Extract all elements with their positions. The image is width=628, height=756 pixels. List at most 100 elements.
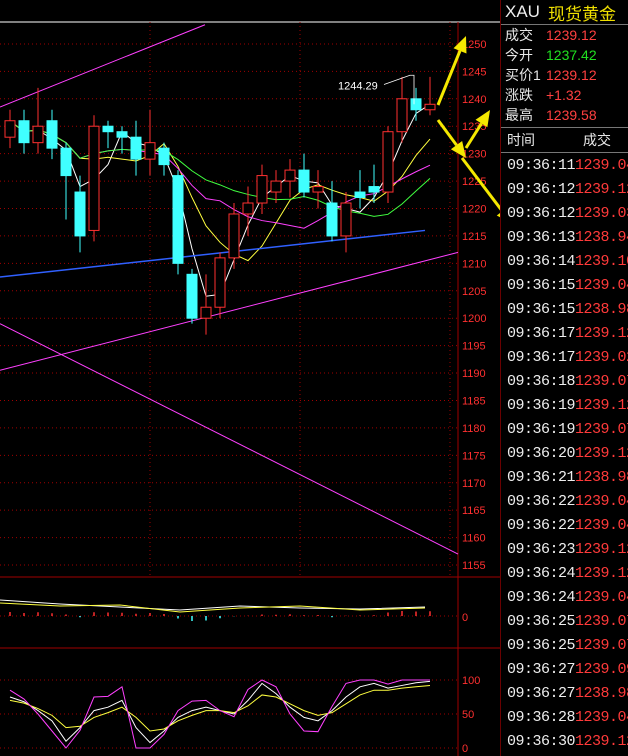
price-tick-label: 1190 [462,368,486,380]
candle-down [158,147,170,166]
tick-price: 1239.12 [575,564,628,582]
candle-down [326,202,338,237]
tick-price: 1239.09 [575,660,628,678]
candle-down [354,191,366,199]
tick-row: 09:36:221239.04 [501,513,628,537]
price-tick-label: 1210 [462,258,486,270]
tick-row: 09:36:281239.04 [501,705,628,729]
price-tick-label: 1165 [462,505,486,517]
quote-row: 今开 1237.42 [501,45,628,65]
tick-row: 09:36:251239.07 [501,609,628,633]
candle-down [116,131,128,138]
quote-label: 今开 [505,47,533,63]
ticks-list[interactable]: 09:36:111239.0409:36:121239.1209:36:1212… [501,153,628,753]
candle-down [298,169,310,193]
tick-time: 09:36:15 [507,300,576,318]
tick-row: 09:36:141239.10 [501,249,628,273]
tick-time: 09:36:14 [507,252,576,270]
tick-row: 09:36:121239.12 [501,177,628,201]
tick-time: 09:36:21 [507,468,576,486]
candle-down [74,191,86,237]
tick-time: 09:36:22 [507,516,576,534]
quote-label: 成交 [505,27,533,43]
ticks-header-price: 成交 [583,132,611,148]
price-tick-label: 1230 [462,149,486,161]
candle-up [214,257,226,308]
tick-time: 09:36:24 [507,564,576,582]
tick-time: 09:36:17 [507,348,576,366]
tick-time: 09:36:23 [507,540,576,558]
tick-price: 1238.98 [575,300,628,318]
tick-time: 09:36:30 [507,732,576,750]
macd-axis-label: 0 [462,612,468,624]
tick-price: 1239.07 [575,420,628,438]
kdj-d-line [9,684,431,732]
tick-row: 09:36:151238.98 [501,297,628,321]
quote-value: +1.32 [546,87,582,103]
tick-row: 09:36:221239.04 [501,489,628,513]
candle-down [18,120,30,144]
candle-up [340,202,352,237]
kdj-panel: 100 50 0 [0,675,480,755]
tick-time: 09:36:15 [507,276,576,294]
instrument-header: XAU 现货黄金 [501,0,628,25]
tick-time: 09:36:20 [507,444,576,462]
tick-row: 09:36:271238.98 [501,681,628,705]
tick-price: 1239.12 [575,324,628,342]
tick-price: 1238.98 [575,684,628,702]
tick-time: 09:36:11 [507,156,576,174]
trendlines [0,24,459,555]
price-tick-label: 1220 [462,203,486,215]
chart-grid [0,21,500,756]
tick-time: 09:36:12 [507,180,576,198]
candle-up [242,202,254,215]
tick-row: 09:36:171239.12 [501,321,628,345]
price-tick-label: 1215 [462,231,486,243]
ticks-header-time: 时间 [507,132,535,148]
tick-time: 09:36:19 [507,420,576,438]
candle-up [382,131,394,193]
candle-up [200,306,212,319]
tick-row: 09:36:121239.03 [501,201,628,225]
tick-price: 1238.94 [575,228,628,246]
tick-time: 09:36:12 [507,204,576,222]
candle-up [144,142,156,160]
tick-price: 1239.04 [575,156,628,174]
quote-value: 1239.12 [546,67,597,83]
quote-label: 涨跌 [505,87,533,103]
arrow-shaft [436,50,462,106]
tick-row: 09:36:171239.02 [501,345,628,369]
price-tick-label: 1155 [462,560,486,572]
high-price-annotation: 1244.29 [338,80,378,92]
kdj-axis-label: 50 [462,709,474,721]
candle-down [102,125,114,133]
tick-time: 09:36:22 [507,492,576,510]
tick-time: 09:36:18 [507,372,576,390]
candle-up [228,213,240,259]
tick-row: 09:36:191239.12 [501,393,628,417]
tick-row: 09:36:301239.12 [501,729,628,753]
macd-panel: 0 [0,599,468,624]
candle-down [60,147,72,177]
candles [4,74,436,335]
candlestick-chart[interactable]: 1250124512401235123012251220121512101205… [0,0,500,756]
kdj-axis-label: 100 [462,675,480,687]
candle-down [410,98,422,111]
instrument-name: 现货黄金 [547,4,616,24]
tick-price: 1239.04 [575,492,628,510]
price-tick-label: 1245 [462,66,486,78]
tick-time: 09:36:25 [507,612,576,630]
tick-price: 1239.12 [575,396,628,414]
quote-row: 成交 1239.12 [501,25,628,45]
tick-price: 1239.03 [575,204,628,222]
ma-magenta-line [9,120,431,229]
tick-price: 1239.04 [575,516,628,534]
tick-row: 09:36:241239.04 [501,585,628,609]
quote-row: 涨跌 +1.32 [501,85,628,105]
quote-row: 买价1 1239.12 [501,65,628,85]
kdj-axis-label: 0 [462,743,468,755]
tick-time: 09:36:25 [507,636,576,654]
quote-label: 买价1 [505,67,541,83]
tick-price: 1239.12 [575,180,628,198]
descending-line [0,323,459,555]
